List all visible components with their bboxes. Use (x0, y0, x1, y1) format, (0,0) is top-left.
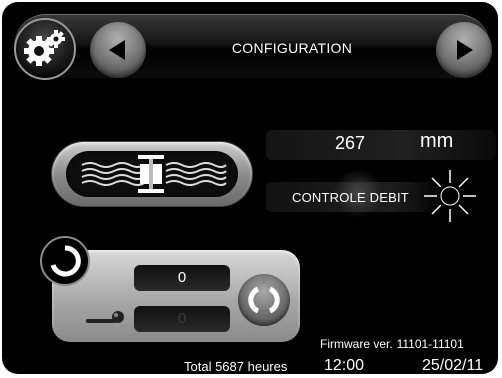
next-button[interactable] (436, 22, 492, 78)
settings-button[interactable] (14, 18, 76, 80)
value-field-primary[interactable]: 0 (134, 265, 230, 291)
clock-date: 25/02/11 (422, 357, 484, 374)
refresh-icon (248, 286, 280, 314)
sensor-display (66, 151, 238, 197)
firmware-version: 11101-11101 (396, 337, 464, 351)
value-field-secondary[interactable]: 0 (134, 306, 230, 332)
sensor-waves-icon (81, 155, 227, 193)
spinner-button[interactable] (40, 236, 90, 286)
refresh-button[interactable] (238, 274, 290, 326)
measure-unit: mm (420, 130, 454, 152)
clock-time: 12:00 (324, 357, 365, 374)
measure-value: 267 (335, 133, 366, 153)
spinner-icon (50, 245, 81, 277)
firmware-label: Firmware ver. (320, 337, 393, 351)
sun-icon[interactable] (422, 168, 478, 224)
firmware-info: Firmware ver. 11101-11101 (320, 335, 464, 351)
total-hours: Total 5687 heures (184, 359, 288, 374)
slider-icon[interactable] (84, 306, 128, 330)
previous-button[interactable] (90, 22, 146, 78)
flow-control-label: CONTROLE DEBIT (292, 190, 409, 205)
triangle-right-icon (457, 40, 473, 60)
measure-display (266, 130, 496, 160)
device-screen: CONFIGURATION 267 mm CONTROLE DEBIT 0 0 … (2, 2, 498, 374)
gears-icon (24, 30, 65, 66)
sensor-button[interactable] (52, 142, 252, 206)
triangle-left-icon (109, 40, 125, 60)
page-title: CONFIGURATION (231, 40, 353, 56)
